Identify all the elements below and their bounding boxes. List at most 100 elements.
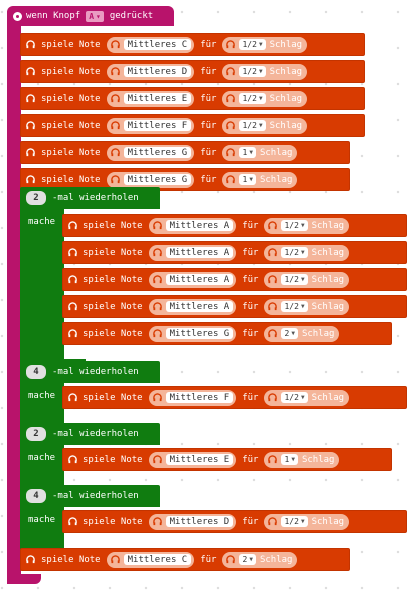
dropdown-arrow-icon: ▼ bbox=[258, 41, 263, 48]
beat-unit-label: Schlag bbox=[269, 39, 303, 50]
note-value: Mittleres G bbox=[123, 147, 192, 158]
note-picker[interactable]: Mittleres C bbox=[106, 36, 195, 53]
beat-picker[interactable]: 1/2 ▼ Schlag bbox=[264, 513, 350, 530]
beat-picker[interactable]: 1 ▼ Schlag bbox=[264, 451, 340, 468]
beat-picker[interactable]: 1/2 ▼ Schlag bbox=[264, 298, 350, 315]
dropdown-arrow-icon: ▼ bbox=[258, 122, 263, 129]
event-block-footer[interactable] bbox=[7, 574, 41, 584]
headphones-icon bbox=[110, 148, 120, 157]
play-note-label: spiele Note bbox=[41, 39, 101, 50]
play-note-label: spiele Note bbox=[83, 328, 143, 339]
beat-picker[interactable]: 1 ▼ Schlag bbox=[222, 171, 298, 188]
play-note-block[interactable]: spiele Note Mittleres Afür 1/2 ▼ Schlag bbox=[62, 241, 407, 264]
headphones-icon bbox=[226, 67, 236, 76]
note-picker[interactable]: Mittleres A bbox=[148, 298, 237, 315]
play-note-block[interactable]: spiele Note Mittleres Ffür 1/2 ▼ Schlag bbox=[62, 386, 407, 409]
beat-dropdown[interactable]: 1 ▼ bbox=[239, 174, 256, 185]
repeat-block-side[interactable] bbox=[20, 209, 64, 359]
repeat-header: 2 -mal wiederholen bbox=[26, 427, 139, 441]
note-picker[interactable]: Mittleres F bbox=[148, 389, 237, 406]
repeat-label: -mal wiederholen bbox=[52, 367, 139, 377]
beat-dropdown[interactable]: 1 ▼ bbox=[239, 147, 256, 158]
beat-dropdown[interactable]: 1/2 ▼ bbox=[281, 516, 308, 527]
beat-value: 1 bbox=[242, 148, 248, 157]
beat-value: 1/2 bbox=[242, 121, 257, 130]
beat-dropdown[interactable]: 2 ▼ bbox=[239, 554, 256, 565]
play-note-block[interactable]: spiele Note Mittleres Afür 1/2 ▼ Schlag bbox=[62, 268, 407, 291]
for-label: für bbox=[242, 328, 259, 339]
beat-dropdown[interactable]: 1 ▼ bbox=[281, 454, 298, 465]
note-picker[interactable]: Mittleres D bbox=[148, 513, 237, 530]
headphones-icon bbox=[268, 221, 278, 230]
note-value: Mittleres E bbox=[165, 454, 234, 465]
beat-dropdown[interactable]: 1/2 ▼ bbox=[239, 66, 266, 77]
dropdown-arrow-icon: ▼ bbox=[249, 556, 253, 563]
note-picker[interactable]: Mittleres A bbox=[148, 217, 237, 234]
note-picker[interactable]: Mittleres E bbox=[106, 90, 195, 107]
note-picker[interactable]: Mittleres C bbox=[106, 551, 195, 568]
play-note-block[interactable]: spiele Note Mittleres G für 2 ▼ Schlag bbox=[62, 322, 392, 345]
beat-dropdown[interactable]: 1/2 ▼ bbox=[281, 392, 308, 403]
beat-picker[interactable]: 1/2 ▼ Schlag bbox=[264, 389, 350, 406]
play-note-block[interactable]: spiele Note Mittleres Dfür 1/2 ▼ Schlag bbox=[62, 510, 407, 533]
play-note-block[interactable]: spiele Note Mittleres Cfür 2 ▼ Schlag bbox=[20, 548, 350, 571]
play-note-block[interactable]: spiele Note Mittleres Afür 1/2 ▼ Schlag bbox=[62, 214, 407, 237]
button-dropdown[interactable]: A ▾ bbox=[86, 10, 104, 22]
note-picker[interactable]: Mittleres G bbox=[106, 171, 195, 188]
repeat-count-input[interactable]: 2 bbox=[26, 191, 46, 205]
event-block-body[interactable] bbox=[7, 20, 21, 584]
note-picker[interactable]: Mittleres E bbox=[148, 451, 237, 468]
repeat-count-input[interactable]: 4 bbox=[26, 489, 46, 503]
play-note-block[interactable]: spiele Note Mittleres Efür 1 ▼ Schlag bbox=[62, 448, 392, 471]
beat-picker[interactable]: 1/2 ▼ Schlag bbox=[222, 90, 308, 107]
for-label: für bbox=[242, 301, 259, 312]
note-picker[interactable]: Mittleres G bbox=[106, 144, 195, 161]
play-note-block[interactable]: spiele Note Mittleres Ffür 1/2 ▼ Schlag bbox=[20, 114, 365, 137]
play-note-block[interactable]: spiele Note Mittleres Cfür 1/2 ▼ Schlag bbox=[20, 33, 365, 56]
beat-value: 2 bbox=[284, 329, 290, 338]
note-picker[interactable]: Mittleres A bbox=[148, 244, 237, 261]
beat-dropdown[interactable]: 1/2 ▼ bbox=[281, 301, 308, 312]
play-note-block[interactable]: spiele Note Mittleres Dfür 1/2 ▼ Schlag bbox=[20, 60, 365, 83]
note-picker[interactable]: Mittleres G bbox=[148, 325, 237, 342]
beat-value: 1/2 bbox=[242, 94, 257, 103]
event-block-header[interactable]: wenn Knopf A ▾ gedrückt bbox=[7, 6, 174, 26]
repeat-count-input[interactable]: 4 bbox=[26, 365, 46, 379]
headphones-icon bbox=[268, 455, 278, 464]
repeat-count-input[interactable]: 2 bbox=[26, 427, 46, 441]
beat-dropdown[interactable]: 1/2 ▼ bbox=[239, 39, 266, 50]
beat-dropdown[interactable]: 1/2 ▼ bbox=[239, 120, 266, 131]
beat-picker[interactable]: 1/2 ▼ Schlag bbox=[264, 217, 350, 234]
note-picker[interactable]: Mittleres A bbox=[148, 271, 237, 288]
beat-picker[interactable]: 1/2 ▼ Schlag bbox=[222, 63, 308, 80]
beat-dropdown[interactable]: 1/2 ▼ bbox=[281, 247, 308, 258]
beat-dropdown[interactable]: 1/2 ▼ bbox=[281, 220, 308, 231]
play-note-block[interactable]: spiele Note Mittleres Afür 1/2 ▼ Schlag bbox=[62, 295, 407, 318]
repeat-label: -mal wiederholen bbox=[52, 429, 139, 439]
play-note-block[interactable]: spiele Note Mittleres G für 1 ▼ Schlag bbox=[20, 141, 350, 164]
play-note-block[interactable]: spiele Note Mittleres Efür 1/2 ▼ Schlag bbox=[20, 87, 365, 110]
note-picker[interactable]: Mittleres D bbox=[106, 63, 195, 80]
beat-dropdown[interactable]: 2 ▼ bbox=[281, 328, 298, 339]
play-note-label: spiele Note bbox=[83, 516, 143, 527]
for-label: für bbox=[242, 392, 259, 403]
note-value: Mittleres A bbox=[165, 301, 234, 312]
note-value: Mittleres F bbox=[165, 392, 234, 403]
for-label: für bbox=[200, 147, 217, 158]
headphones-icon bbox=[152, 248, 162, 257]
note-value: Mittleres G bbox=[123, 174, 192, 185]
beat-picker[interactable]: 2 ▼ Schlag bbox=[264, 325, 340, 342]
beat-picker[interactable]: 1 ▼ Schlag bbox=[222, 144, 298, 161]
beat-dropdown[interactable]: 1/2 ▼ bbox=[239, 93, 266, 104]
beat-picker[interactable]: 1/2 ▼ Schlag bbox=[222, 36, 308, 53]
beat-picker[interactable]: 1/2 ▼ Schlag bbox=[264, 271, 350, 288]
beat-dropdown[interactable]: 1/2 ▼ bbox=[281, 274, 308, 285]
beat-picker[interactable]: 1/2 ▼ Schlag bbox=[264, 244, 350, 261]
beat-unit-label: Schlag bbox=[311, 220, 345, 231]
note-picker[interactable]: Mittleres F bbox=[106, 117, 195, 134]
repeat-header: 2 -mal wiederholen bbox=[26, 191, 139, 205]
beat-unit-label: Schlag bbox=[301, 454, 335, 465]
play-note-label: spiele Note bbox=[41, 147, 101, 158]
beat-picker[interactable]: 1/2 ▼ Schlag bbox=[222, 117, 308, 134]
beat-picker[interactable]: 2 ▼ Schlag bbox=[222, 551, 298, 568]
